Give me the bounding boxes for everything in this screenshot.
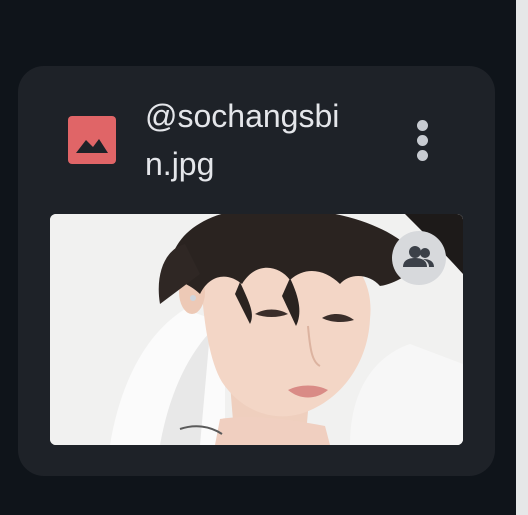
shared-people-icon <box>392 231 446 285</box>
image-icon <box>68 116 116 164</box>
file-card[interactable]: @sochangsbin.jpg <box>18 66 495 476</box>
image-thumbnail[interactable] <box>50 214 463 445</box>
file-name: @sochangsbin.jpg <box>145 98 340 182</box>
adjacent-content-edge <box>516 0 528 515</box>
more-options-button[interactable] <box>406 114 440 166</box>
